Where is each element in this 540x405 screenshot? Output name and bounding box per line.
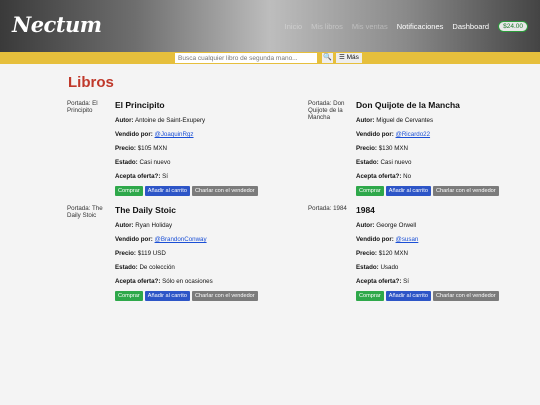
chat-seller-button[interactable]: Charlar con el vendedor (432, 186, 499, 196)
price-value: $119 USD (137, 250, 166, 257)
search-button[interactable]: 🔍 (322, 53, 333, 63)
price-label: Precio: (115, 145, 136, 152)
book-cover-image[interactable]: Portada: The Daily Stoic (67, 205, 111, 219)
seller-link[interactable]: @susan (396, 236, 419, 243)
offers-value: Sí (162, 173, 168, 180)
nav-item-dashboard[interactable]: Dashboard (452, 22, 489, 31)
magnifier-icon: 🔍 (323, 54, 332, 61)
author-label: Autor: (356, 222, 375, 229)
seller-link[interactable]: @JoaquinRgz (155, 131, 194, 138)
author-label: Autor: (356, 117, 375, 124)
book-cover-image[interactable]: Portada: Don Quijote de la Mancha (308, 100, 352, 121)
top-header: Nectum Inicio Mis libros Mis ventas Noti… (0, 0, 540, 52)
price-label: Precio: (115, 250, 136, 257)
author-value: George Orwell (376, 222, 417, 229)
book-cover-image[interactable]: Portada: El Principito (67, 100, 111, 114)
offers-value: No (403, 173, 412, 180)
buy-button[interactable]: Comprar (356, 186, 384, 196)
condition-value: Usado (380, 264, 399, 271)
book-cover-image[interactable]: Portada: 1984 (308, 205, 352, 212)
seller-link[interactable]: @BrandonConway (155, 236, 207, 243)
main-nav: Inicio Mis libros Mis ventas Notificacio… (285, 21, 528, 32)
offers-label: Acepta oferta?: (356, 278, 402, 285)
buy-button[interactable]: Comprar (115, 291, 143, 301)
condition-label: Estado: (115, 264, 138, 271)
nav-item-notificaciones[interactable]: Notificaciones (397, 22, 444, 31)
book-title: The Daily Stoic (115, 205, 176, 215)
book-title: 1984 (356, 205, 375, 215)
page-title: Libros (68, 74, 114, 91)
offers-label: Acepta oferta?: (356, 173, 402, 180)
condition-label: Estado: (356, 159, 379, 166)
balance-badge[interactable]: $24.00 (498, 21, 528, 32)
author-value: Ryan Holiday (135, 222, 173, 229)
seller-label: Vendido por: (115, 236, 153, 243)
seller-label: Vendido por: (356, 236, 394, 243)
nav-item-mis-libros[interactable]: Mis libros (311, 22, 343, 31)
offers-value: Sí (403, 278, 409, 285)
price-value: $105 MXN (137, 145, 167, 152)
author-value: Miguel de Cervantes (376, 117, 434, 124)
book-title: Don Quijote de la Mancha (356, 100, 460, 110)
price-label: Precio: (356, 145, 377, 152)
seller-label: Vendido por: (356, 131, 394, 138)
add-to-cart-button[interactable]: Añadir al carrito (385, 186, 431, 196)
offers-label: Acepta oferta?: (115, 173, 161, 180)
seller-link[interactable]: @Ricardo22 (396, 131, 431, 138)
condition-value: De colección (139, 264, 175, 271)
condition-value: Casi nuevo (139, 159, 171, 166)
add-to-cart-button[interactable]: Añadir al carrito (144, 291, 190, 301)
condition-label: Estado: (356, 264, 379, 271)
nav-item-mis-ventas[interactable]: Mis ventas (352, 22, 388, 31)
price-value: $120 MXN (378, 250, 408, 257)
condition-label: Estado: (115, 159, 138, 166)
logo[interactable]: Nectum (12, 12, 102, 37)
price-value: $130 MXN (378, 145, 408, 152)
condition-value: Casi nuevo (380, 159, 412, 166)
buy-button[interactable]: Comprar (356, 291, 384, 301)
search-input[interactable] (175, 53, 317, 63)
add-to-cart-button[interactable]: Añadir al carrito (144, 186, 190, 196)
chat-seller-button[interactable]: Charlar con el vendedor (191, 186, 258, 196)
author-value: Antoine de Saint-Exupery (134, 117, 206, 124)
price-label: Precio: (356, 250, 377, 257)
chat-seller-button[interactable]: Charlar con el vendedor (191, 291, 258, 301)
search-bar: 🔍 ☰ Más (0, 52, 540, 64)
buy-button[interactable]: Comprar (115, 186, 143, 196)
author-label: Autor: (115, 222, 134, 229)
author-label: Autor: (115, 117, 134, 124)
nav-item-inicio[interactable]: Inicio (285, 22, 303, 31)
seller-label: Vendido por: (115, 131, 153, 138)
book-title: El Principito (115, 100, 165, 110)
offers-value: Sólo en ocasiones (162, 278, 213, 285)
more-button[interactable]: ☰ Más (336, 53, 362, 63)
chat-seller-button[interactable]: Charlar con el vendedor (432, 291, 499, 301)
offers-label: Acepta oferta?: (115, 278, 161, 285)
add-to-cart-button[interactable]: Añadir al carrito (385, 291, 431, 301)
